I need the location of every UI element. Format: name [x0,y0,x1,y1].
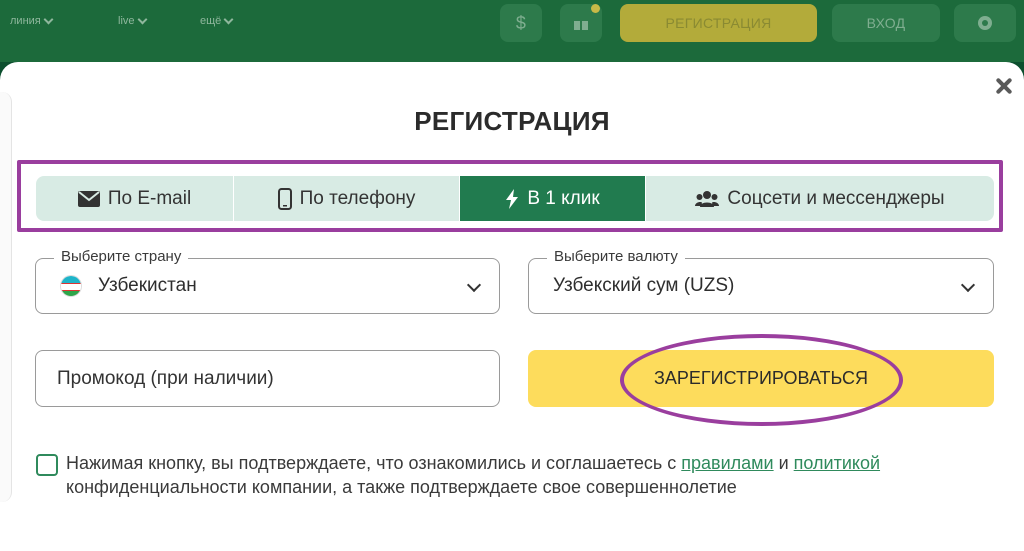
gear-icon [978,16,992,30]
tab-email[interactable]: По E-mail [36,176,234,221]
lightning-icon [506,188,519,209]
policy-link[interactable]: политикой [794,453,880,473]
envelope-icon [77,190,100,207]
users-icon [695,190,720,207]
uzbekistan-flag-icon [60,275,82,297]
deposit-button[interactable]: $ [500,4,542,42]
nav-item-label: ещё [200,15,222,27]
register-button[interactable]: ЗАРЕГИСТРИРОВАТЬСЯ [528,350,994,407]
tab-label: По E-mail [107,187,192,209]
chevron-down-icon [223,14,234,24]
rules-link[interactable]: правилами [681,453,773,473]
consent-text-before: Нажимая кнопку, вы подтверждаете, что оз… [66,453,682,473]
consent-checkbox[interactable] [36,454,58,476]
chevron-down-icon [960,277,976,293]
nav-item-label: линия [10,15,41,27]
nav-item-more[interactable]: ещё [200,10,234,32]
nav-item-label: LIVE [118,15,135,27]
country-legend: Выберите страну [54,248,189,265]
chevron-down-icon [43,14,54,24]
tab-one-click[interactable]: В 1 клик [460,176,646,221]
currency-select[interactable]: Выберите валюту Узбекский сум (UZS) [528,248,994,314]
close-icon[interactable] [992,74,1016,98]
gift-icon [574,21,588,30]
consent-text: Нажимая кнопку, вы подтверждаете, что оз… [66,451,1006,499]
chevron-down-icon [137,14,147,24]
top-navigation-bar: линия LIVE ещё $ РЕГИСТРАЦИЯ ВХОД [0,0,1024,62]
currency-value: Узбекский сум (UZS) [553,275,735,296]
country-value: Узбекистан [98,275,197,296]
nav-item-line[interactable]: линия [10,10,54,32]
modal-title: РЕГИСТРАЦИЯ [414,106,610,136]
tab-social[interactable]: Соцсети и мессенджеры [646,176,994,221]
top-register-label: РЕГИСТРАЦИЯ [665,15,772,31]
currency-legend: Выберите валюту [547,248,685,265]
tab-label: Соцсети и мессенджеры [727,187,945,209]
tab-phone[interactable]: По телефону [234,176,460,221]
login-label: ВХОД [866,15,906,31]
login-button[interactable]: ВХОД [832,4,940,42]
consent-and: и [773,453,794,473]
consent-text-after: конфиденциальности компании, а также под… [66,477,737,497]
settings-button[interactable] [954,4,1016,42]
promo-code-input[interactable] [35,350,500,407]
top-register-button[interactable]: РЕГИСТРАЦИЯ [620,4,817,42]
chevron-down-icon [466,277,482,293]
phone-icon [277,187,292,210]
nav-item-live[interactable]: LIVE [118,10,147,32]
register-button-label: ЗАРЕГИСТРИРОВАТЬСЯ [654,368,868,388]
country-select[interactable]: Выберите страну Узбекистан [35,248,500,314]
tab-label: По телефону [299,187,416,209]
notification-dot [591,4,600,13]
tab-label: В 1 клик [527,187,600,209]
dollar-icon: $ [515,12,527,33]
modal-side-edge [0,92,12,502]
registration-method-tabs: По E-mail По телефону В 1 клик Соцсети и… [36,176,994,221]
